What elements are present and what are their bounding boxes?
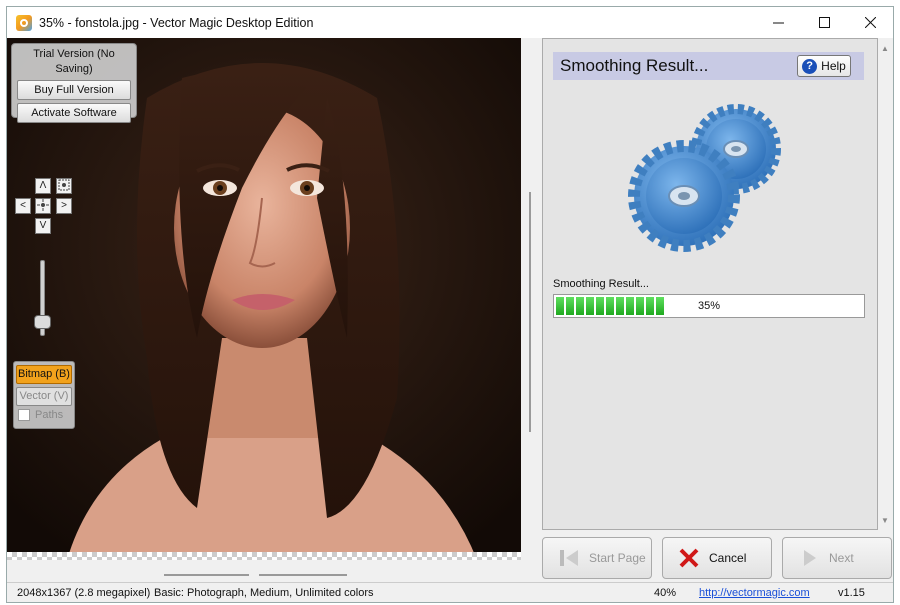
center-icon — [37, 199, 49, 211]
scroll-up-icon[interactable]: ▲ — [881, 44, 889, 53]
app-window: 35% - fonstola.jpg - Vector Magic Deskto… — [6, 6, 894, 603]
website-link[interactable]: http://vectormagic.com — [699, 587, 810, 599]
version-label: v1.15 — [838, 587, 865, 599]
trial-panel: Trial Version (No Saving) Buy Full Versi… — [11, 43, 137, 123]
horizontal-scroll-indicator[interactable] — [164, 574, 249, 576]
trial-version-label: Trial Version (No Saving) — [33, 48, 115, 75]
settings-summary: Basic: Photograph, Medium, Unlimited col… — [154, 587, 374, 599]
progress-label: Smoothing Result... — [553, 278, 649, 290]
paths-checkbox[interactable] — [18, 409, 30, 421]
image-dimensions: 2048x1367 (2.8 megapixel) — [17, 587, 151, 599]
zoom-level: 40% — [654, 587, 677, 599]
pan-up-button[interactable]: Λ — [35, 178, 51, 194]
pan-down-button[interactable]: V — [35, 218, 51, 234]
progress-panel: Smoothing Result... ? Help Smoothing Res… — [542, 38, 878, 530]
help-icon: ? — [802, 58, 818, 74]
horizontal-scroll-indicator-2[interactable] — [259, 574, 347, 576]
next-button[interactable]: Next — [782, 537, 892, 579]
pan-right-button[interactable]: > — [56, 198, 72, 214]
next-label: Next — [829, 551, 854, 565]
scroll-down-icon[interactable]: ▼ — [881, 516, 889, 525]
progress-percent: 35% — [697, 300, 721, 312]
paths-toggle[interactable]: Paths — [16, 409, 72, 421]
close-button[interactable] — [847, 7, 893, 38]
step-title: Smoothing Result... — [560, 56, 709, 75]
buy-full-version-button[interactable]: Buy Full Version — [17, 80, 131, 100]
zoom-slider-thumb[interactable] — [34, 315, 51, 329]
transparency-strip — [7, 552, 521, 560]
minimize-icon — [772, 22, 784, 24]
next-icon — [797, 546, 821, 570]
progress-bar: 35% — [553, 294, 865, 318]
step-header: Smoothing Result... ? Help — [553, 52, 864, 80]
help-button[interactable]: ? Help — [797, 55, 851, 77]
close-icon — [864, 17, 876, 28]
center-button[interactable] — [35, 198, 51, 214]
maximize-icon — [818, 17, 830, 28]
start-page-button[interactable]: Start Page — [542, 537, 652, 579]
paths-label: Paths — [35, 409, 64, 421]
vector-view-button[interactable]: Vector (V) — [16, 387, 72, 406]
panel-splitter[interactable] — [529, 192, 531, 432]
activate-software-button[interactable]: Activate Software — [17, 103, 131, 123]
help-label: Help — [821, 59, 846, 73]
cancel-button[interactable]: Cancel — [662, 537, 772, 579]
bitmap-view-panel[interactable]: Trial Version (No Saving) Buy Full Versi… — [7, 38, 521, 560]
title-bar: 35% - fonstola.jpg - Vector Magic Deskto… — [7, 7, 893, 38]
maximize-button[interactable] — [801, 7, 847, 38]
zoom-fit-button[interactable] — [56, 178, 72, 194]
cancel-icon — [677, 546, 701, 570]
vertical-scrollbar[interactable]: ▲ ▼ — [878, 38, 893, 530]
pan-left-button[interactable]: < — [15, 198, 31, 214]
gears-icon — [628, 104, 781, 252]
start-page-label: Start Page — [589, 551, 646, 565]
minimize-button[interactable] — [755, 7, 801, 38]
window-controls — [755, 7, 893, 38]
status-bar: 2048x1367 (2.8 megapixel) Basic: Photogr… — [7, 582, 893, 602]
cancel-label: Cancel — [709, 551, 747, 565]
view-mode-panel: Bitmap (B) Vector (V) Paths — [13, 361, 75, 429]
pan-controls: Λ < > V — [15, 178, 75, 238]
bitmap-view-button[interactable]: Bitmap (B) — [16, 365, 72, 384]
vector-magic-app-icon — [16, 14, 32, 31]
zoom-fit-icon — [58, 179, 70, 191]
start-page-icon — [557, 546, 581, 570]
window-title: 35% - fonstola.jpg - Vector Magic Deskto… — [39, 15, 314, 30]
